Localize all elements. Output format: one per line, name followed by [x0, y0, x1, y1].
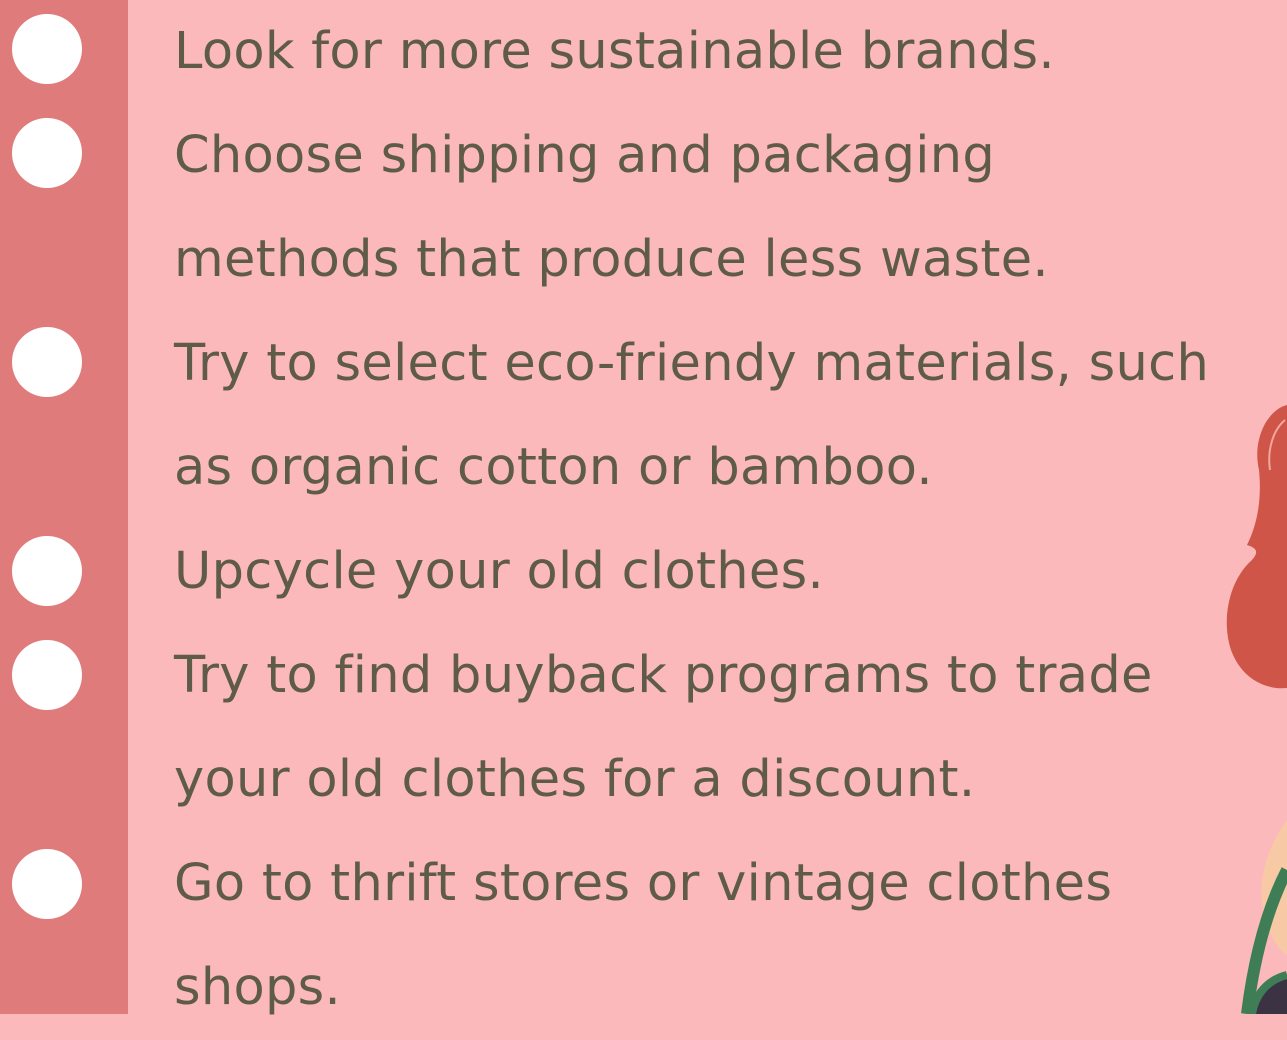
red-hair-shape [1226, 405, 1287, 689]
decorative-illustration [1226, 405, 1287, 1014]
bullet-tip-1 [12, 14, 82, 84]
bullet-tip-4 [12, 536, 82, 606]
bullet-tip-5 [12, 640, 82, 710]
tip-line-3: methods that produce less waste. [174, 230, 1049, 289]
bullet-tip-3 [12, 327, 82, 397]
tip-line-9: Go to thrift stores or vintage clothes [174, 854, 1113, 913]
bullet-tip-6 [12, 849, 82, 919]
tip-line-8: your old clothes for a discount. [174, 750, 976, 809]
tip-line-5: as organic cotton or bamboo. [174, 438, 933, 497]
tip-line-6: Upcycle your old clothes. [174, 542, 824, 601]
tip-line-1: Look for more sustainable brands. [174, 22, 1055, 81]
bullet-tip-2 [12, 118, 82, 188]
tip-line-2: Choose shipping and packaging [174, 126, 996, 185]
tip-line-10: shops. [174, 958, 342, 1017]
tip-line-4: Try to select eco-friendy materials, suc… [174, 334, 1210, 393]
tip-line-7: Try to find buyback programs to trade [174, 646, 1153, 705]
